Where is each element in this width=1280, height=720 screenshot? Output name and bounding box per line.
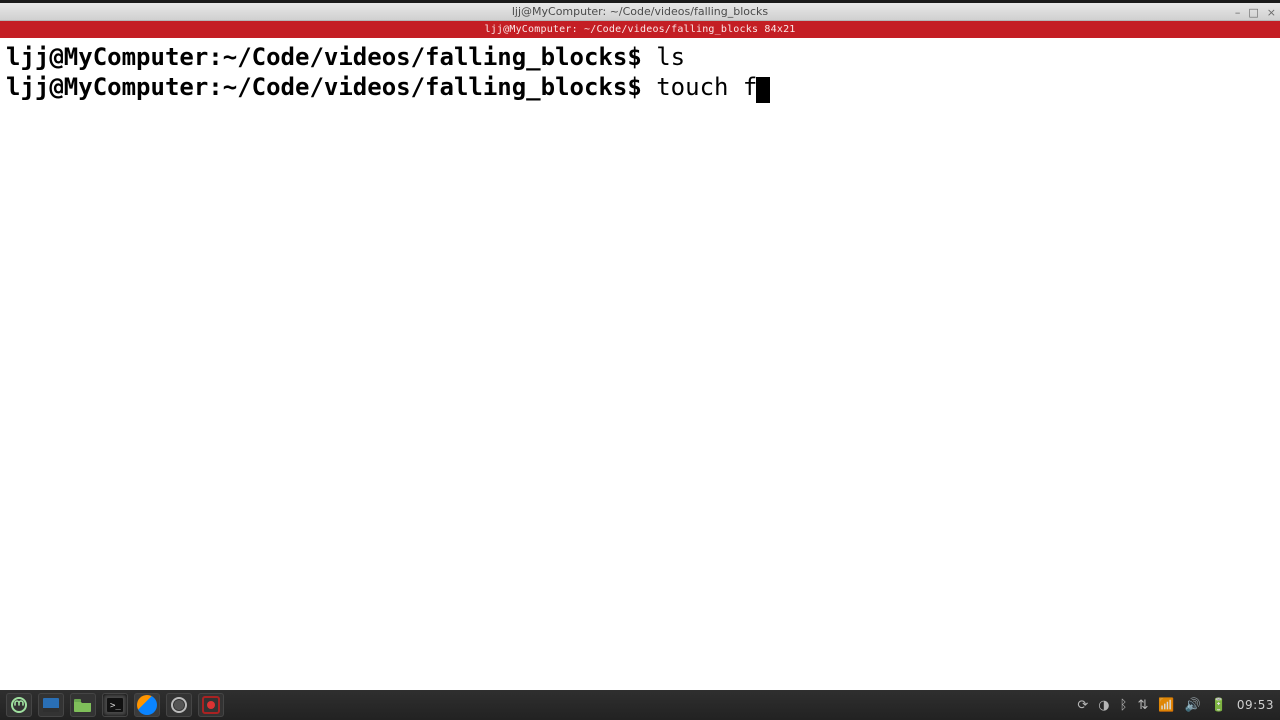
mint-menu-icon (11, 697, 27, 713)
window-titlebar[interactable]: ljj@MyComputer: ~/Code/videos/falling_bl… (0, 3, 1280, 21)
updates-icon[interactable]: ⟳ (1077, 698, 1088, 713)
window-controls: – □ × (1235, 3, 1276, 21)
firefox-icon (137, 695, 157, 715)
screen-recorder-button[interactable] (198, 693, 224, 717)
minimize-button[interactable]: – (1235, 6, 1241, 19)
prompt-path: ~/Code/videos/falling_blocks (223, 43, 628, 71)
command-text: ls (656, 43, 685, 71)
window-title: ljj@MyComputer: ~/Code/videos/falling_bl… (512, 5, 768, 18)
file-manager-button[interactable] (70, 693, 96, 717)
bluetooth-icon[interactable]: ᛒ (1120, 698, 1128, 713)
cursor (756, 77, 770, 103)
record-icon (202, 696, 220, 714)
prompt-sep: : (208, 73, 222, 101)
svg-text:>_: >_ (110, 701, 121, 711)
terminal-icon: >_ (107, 698, 123, 712)
taskbar-right: ⟳ ◑ ᛒ ⇅ 📶 🔊 🔋 09:53 (1077, 698, 1274, 713)
terminal-tabbar[interactable]: ljj@MyComputer: ~/Code/videos/falling_bl… (0, 21, 1280, 38)
volume-icon[interactable]: 🔊 (1185, 698, 1201, 713)
close-button[interactable]: × (1267, 6, 1276, 19)
command-text: touch f (656, 73, 757, 101)
prompt-path: ~/Code/videos/falling_blocks (223, 73, 628, 101)
desktop: ljj@MyComputer: ~/Code/videos/falling_bl… (0, 0, 1280, 720)
terminal[interactable]: ljj@MyComputer:~/Code/videos/falling_blo… (0, 38, 1280, 690)
show-desktop-button[interactable] (38, 693, 64, 717)
folder-icon (74, 698, 92, 712)
network-icon[interactable]: ⇅ (1137, 698, 1148, 713)
prompt-user: ljj@MyComputer (6, 43, 208, 71)
maximize-button[interactable]: □ (1248, 6, 1258, 19)
wifi-icon[interactable]: 📶 (1158, 698, 1174, 713)
prompt-dollar: $ (627, 73, 656, 101)
terminal-line: ljj@MyComputer:~/Code/videos/falling_blo… (6, 72, 1274, 102)
prompt-user: ljj@MyComputer (6, 73, 208, 101)
taskbar[interactable]: >_ ⟳ ◑ ᛒ ⇅ 📶 🔊 🔋 09:53 (0, 690, 1280, 720)
taskbar-left: >_ (6, 693, 224, 717)
clock[interactable]: 09:53 (1237, 698, 1274, 712)
prompt-dollar: $ (627, 43, 656, 71)
desktop-icon (43, 698, 59, 712)
obs-icon (171, 697, 187, 713)
obs-button[interactable] (166, 693, 192, 717)
terminal-tab-label: ljj@MyComputer: ~/Code/videos/falling_bl… (484, 24, 795, 35)
obs-tray-icon[interactable]: ◑ (1098, 698, 1109, 713)
battery-icon[interactable]: 🔋 (1211, 698, 1227, 713)
terminal-taskbar-button[interactable]: >_ (102, 693, 128, 717)
prompt-sep: : (208, 43, 222, 71)
menu-button[interactable] (6, 693, 32, 717)
terminal-line: ljj@MyComputer:~/Code/videos/falling_blo… (6, 42, 1274, 72)
firefox-button[interactable] (134, 693, 160, 717)
